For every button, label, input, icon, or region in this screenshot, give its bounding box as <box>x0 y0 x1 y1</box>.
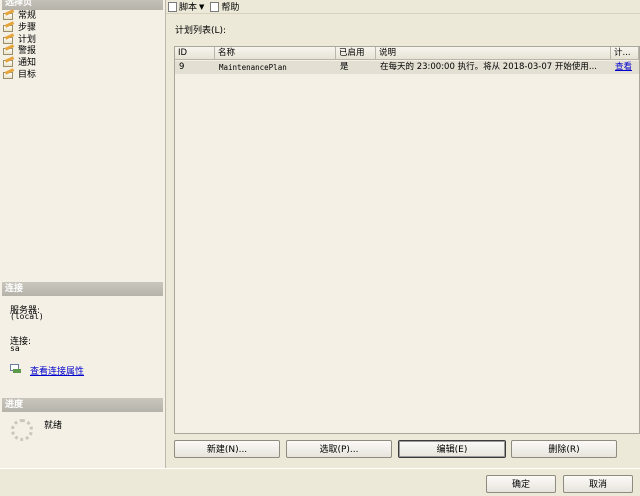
connection-properties-icon <box>10 364 21 374</box>
page-item-schedules[interactable]: 计划 <box>3 35 36 46</box>
page-icon <box>3 12 14 21</box>
page-item-label: 计划 <box>18 35 37 45</box>
schedule-grid[interactable]: ID 名称 已启用 说明 计... 9 MaintenancePlan 是 在每… <box>174 46 640 434</box>
schedule-list-label: 计划列表(L): <box>175 26 227 36</box>
connection-value: sa <box>10 344 20 353</box>
column-header-id[interactable]: ID <box>175 47 215 60</box>
left-pane: 选择页 常规 步骤 计划 警报 通知 目标 连接 服务器: (local) 连接… <box>0 0 166 468</box>
page-icon <box>3 71 14 80</box>
column-header-name[interactable]: 名称 <box>215 47 336 60</box>
cell-enabled: 是 <box>336 61 376 74</box>
cell-description: 在每天的 23:00:00 执行。将从 2018-03-07 开始使用... <box>376 61 611 74</box>
toolbar: 脚本 ▼ 帮助 <box>166 0 640 14</box>
view-link[interactable]: 查看 <box>615 62 632 72</box>
help-button[interactable]: 帮助 <box>210 0 239 13</box>
delete-button[interactable]: 删除(R) <box>511 440 617 458</box>
help-label: 帮助 <box>221 3 240 13</box>
page-item-label: 步骤 <box>18 23 37 33</box>
page-item-label: 常规 <box>18 11 37 21</box>
progress-status: 就绪 <box>44 421 63 431</box>
progress-header: 进度 <box>2 398 163 412</box>
connection-header: 连接 <box>2 282 163 296</box>
column-header-schedule-action[interactable]: 计... <box>611 47 639 60</box>
page-item-notifications[interactable]: 通知 <box>3 58 36 69</box>
column-header-enabled[interactable]: 已启用 <box>336 47 376 60</box>
ok-button[interactable]: 确定 <box>486 475 556 493</box>
progress-spinner-icon <box>11 419 33 441</box>
page-icon <box>3 24 14 33</box>
help-icon <box>210 1 220 12</box>
page-item-general[interactable]: 常规 <box>3 11 36 22</box>
page-item-alerts[interactable]: 警报 <box>3 46 36 57</box>
page-item-label: 警报 <box>18 46 37 56</box>
page-item-label: 通知 <box>18 58 37 68</box>
script-icon <box>168 1 177 12</box>
select-page-header: 选择页 <box>2 0 163 10</box>
page-item-label: 目标 <box>18 70 37 80</box>
cell-id: 9 <box>175 61 215 74</box>
edit-button[interactable]: 编辑(E) <box>398 440 506 458</box>
page-item-steps[interactable]: 步骤 <box>3 23 36 34</box>
page-item-targets[interactable]: 目标 <box>3 70 36 81</box>
server-value: (local) <box>10 312 44 321</box>
script-button[interactable]: 脚本 ▼ <box>168 0 204 13</box>
chevron-down-icon[interactable]: ▼ <box>199 3 204 11</box>
new-button[interactable]: 新建(N)... <box>174 440 280 458</box>
cancel-button[interactable]: 取消 <box>563 475 633 493</box>
cell-name: MaintenancePlan <box>215 61 336 74</box>
page-icon <box>3 59 14 68</box>
page-icon <box>3 47 14 56</box>
column-header-description[interactable]: 说明 <box>376 47 611 60</box>
view-connection-properties-link[interactable]: 查看连接属性 <box>30 364 84 377</box>
script-label: 脚本 <box>179 3 198 13</box>
pick-button[interactable]: 选取(P)... <box>286 440 392 458</box>
